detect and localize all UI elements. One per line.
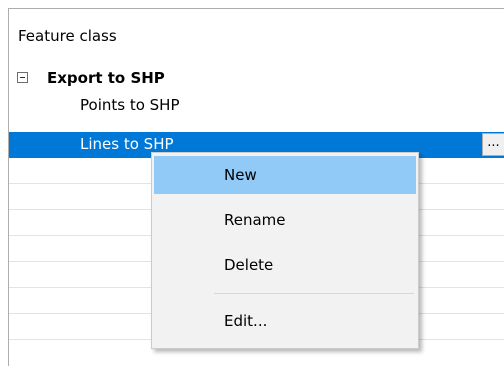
tree-group-label: Export to SHP xyxy=(47,69,165,87)
tree-group-row[interactable]: Export to SHP xyxy=(9,66,504,92)
browse-ellipsis-button[interactable]: ... xyxy=(482,133,504,156)
tree-item-points-to-shp[interactable]: Points to SHP xyxy=(9,93,504,119)
tree-item-label: Points to SHP xyxy=(80,96,180,114)
minus-box-icon[interactable] xyxy=(17,72,28,83)
context-menu: New Rename Delete Edit... xyxy=(151,152,419,349)
menu-separator xyxy=(214,293,414,294)
menu-item-delete[interactable]: Delete xyxy=(154,246,416,284)
menu-item-edit[interactable]: Edit... xyxy=(154,302,416,340)
column-header-feature-class: Feature class xyxy=(18,27,117,45)
menu-item-rename[interactable]: Rename xyxy=(154,201,416,239)
menu-item-new[interactable]: New xyxy=(154,156,416,194)
